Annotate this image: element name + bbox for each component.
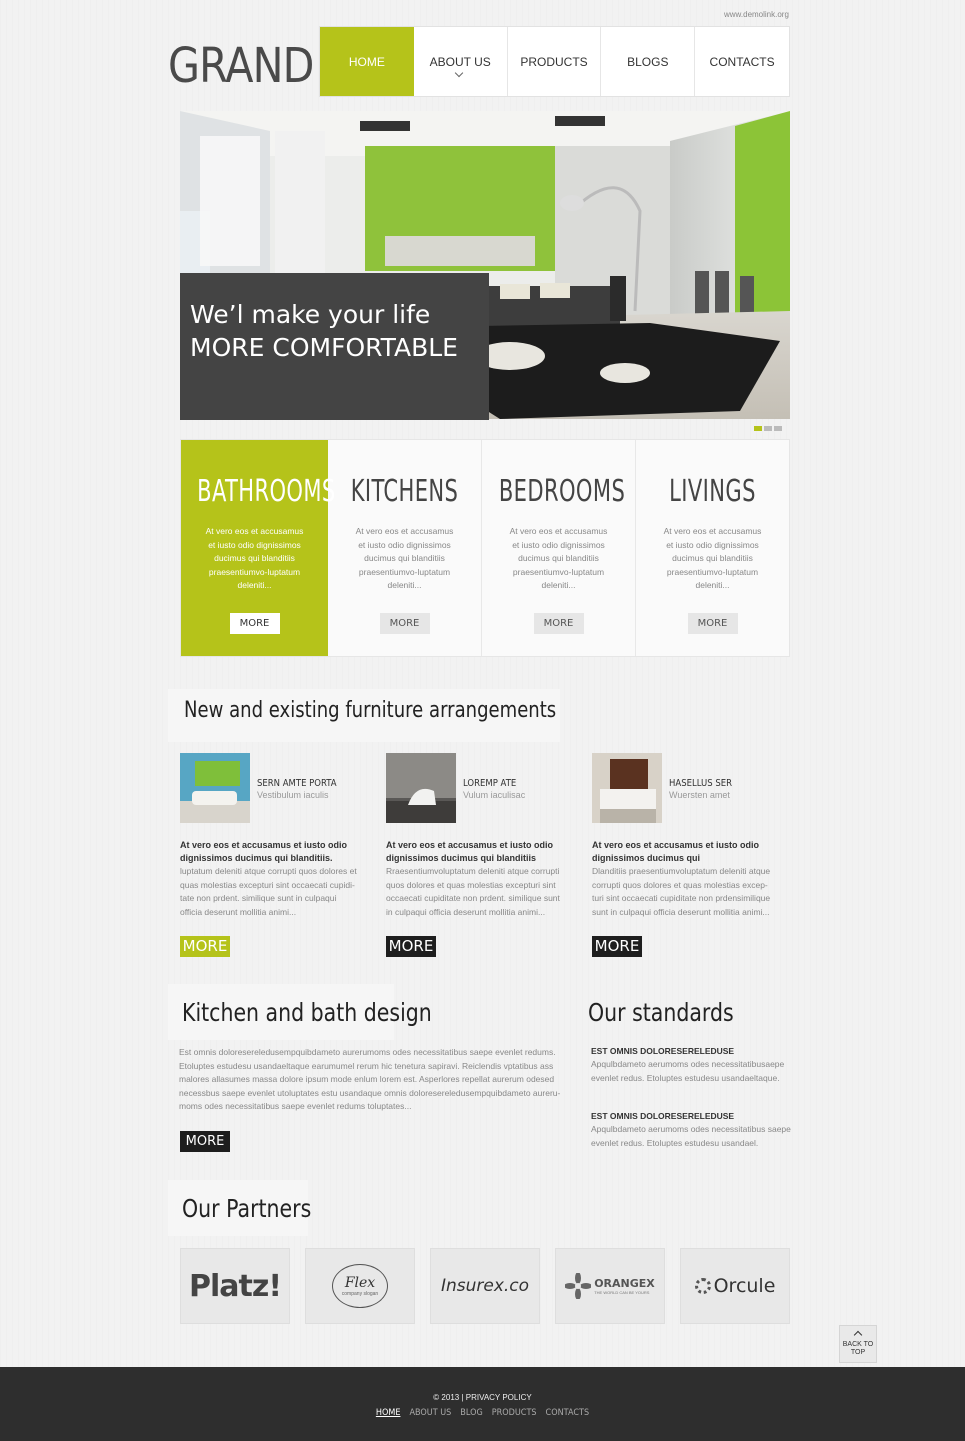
item-lead: At vero eos et accusamus et iusto odio d… [180,840,348,863]
arrangement-item: HASELLUS SER Wuersten amet At vero eos e… [592,753,772,919]
hero-caption: We’l make your life MORE COMFORTABLE [180,273,489,420]
nav-blogs[interactable]: BLOGS [601,27,696,96]
thumbnail-image[interactable] [386,753,456,823]
category-text: At vero eos et accusamus et iusto odio d… [663,526,762,590]
slider-dot[interactable] [774,426,782,431]
flex-logo-mark: Flex company slogan [332,1264,388,1308]
flower-icon [565,1273,592,1299]
more-button[interactable]: MORE [379,613,430,634]
category-kitchens[interactable]: KITCHENS At vero eos et accusamus et ius… [328,440,482,656]
category-title: KITCHENS [350,474,459,509]
demo-link[interactable]: www.demolink.org [724,10,789,19]
category-bedrooms[interactable]: BEDROOMS At vero eos et accusamus et ius… [482,440,636,656]
item-subtitle: Vestibulum iaculis [257,790,329,800]
partner-logo-flex[interactable]: Flex company slogan [305,1248,415,1324]
more-button[interactable]: MORE [533,613,584,634]
standard-text: Apqulbdameto aerumoms odes necessitatibu… [591,1059,785,1083]
footer-copyright[interactable]: © 2013 | PRIVACY POLICY [0,1393,965,1402]
category-livings[interactable]: LIVINGS At vero eos et accusamus et iust… [636,440,789,656]
arrangement-item: SERN AMTE PORTA Vestibulum iaculis At ve… [180,753,360,919]
arrangements-title: New and existing furniture arrangements [184,698,557,723]
back-to-top-label: BACK TO [842,1341,874,1348]
category-title: BEDROOMS [498,474,626,509]
nav-label: CONTACTS [709,54,775,69]
partner-logo-orangex[interactable]: ORANGEX THE WORLD CAN BE YOURS [555,1248,665,1324]
more-button[interactable]: MORE [180,936,230,957]
nav-products[interactable]: PRODUCTS [508,27,602,96]
hero-caption-line1: We’l make your life [190,300,431,329]
footer-link-contacts[interactable]: CONTACTS [546,1408,590,1418]
item-lead: At vero eos et accusamus et iusto odio d… [592,840,760,863]
kitchen-text: Est omnis doloresereledusempquibdameto a… [179,1047,561,1111]
site-logo[interactable]: GRAND [168,36,314,96]
standards-title: Our standards [588,998,734,1027]
nav-label: PRODUCTS [520,54,588,69]
category-title: BATHROOMS [197,474,336,509]
thumbnail-image[interactable] [592,753,662,823]
more-button[interactable]: MORE [386,936,436,957]
kitchen-title: Kitchen and bath design [182,998,432,1027]
orangex-wordmark: ORANGEX THE WORLD CAN BE YOURS [594,1277,655,1295]
partner-name: Flex [344,1275,376,1291]
partners-title: Our Partners [182,1194,312,1223]
footer-link-about-us[interactable]: ABOUT US [409,1408,451,1418]
standard-item: EST OMNIS DOLORESERELEDUSE Apqulbdameto … [591,1111,791,1150]
nav-label: BLOGS [627,54,669,69]
footer-link-blog[interactable]: BLOG [460,1408,482,1418]
nav-label: ABOUT US [429,54,491,69]
item-subtitle: Wuersten amet [669,790,730,800]
partner-slogan: company slogan [341,1291,379,1297]
item-text: Rraesentiumvoluptatum deleniti atque cor… [386,866,560,917]
partner-logo-orcule[interactable]: Orcule [680,1248,790,1324]
item-subtitle: Vulum iaculisac [463,790,526,800]
category-title: LIVINGS [669,474,756,509]
arrangement-item: LOREMP ATE Vulum iaculisac At vero eos e… [386,753,566,919]
nav-label: HOME [348,54,385,69]
slider-pagination [754,426,782,431]
item-name: SERN AMTE PORTA [257,778,337,789]
partner-name: Platz! [189,1268,282,1304]
chevron-down-icon [454,68,464,78]
more-button[interactable]: MORE [592,936,642,957]
item-name: LOREMP ATE [463,778,517,789]
standard-text: Apqulbdameto aerumoms odes necessitatibu… [591,1124,791,1148]
main-nav: HOME ABOUT US PRODUCTS BLOGS CONTACTS [319,26,790,97]
partner-logo-platz[interactable]: Platz! [180,1248,290,1324]
partner-name: Insurex.co [440,1276,530,1296]
category-panels: BATHROOMS At vero eos et accusamus et iu… [180,439,790,657]
footer-link-home[interactable]: HOME [376,1408,401,1418]
item-text: luptatum deleniti atque corrupti quos do… [180,866,357,917]
orcule-ring-icon [694,1278,711,1294]
category-text: At vero eos et accusamus et iusto odio d… [509,526,608,590]
slider-dot[interactable] [754,426,762,431]
item-lead: At vero eos et accusamus et iusto odio d… [386,840,554,863]
thumbnail-image[interactable] [180,753,250,823]
category-text: At vero eos et accusamus et iusto odio d… [205,526,304,590]
more-button[interactable]: MORE [180,1131,230,1152]
hero-caption-line2: MORE COMFORTABLE [190,333,458,362]
item-name: HASELLUS SER [669,778,733,789]
slider-dot[interactable] [764,426,772,431]
back-to-top-label: TOP [850,1349,866,1356]
nav-home[interactable]: HOME [320,27,414,96]
item-text: Dlanditiis praesentiumvoluptatum delenit… [592,866,771,917]
partner-name: Orcule [713,1275,776,1297]
more-button[interactable]: MORE [687,613,738,634]
category-bathrooms[interactable]: BATHROOMS At vero eos et accusamus et iu… [181,440,336,656]
back-to-top-button[interactable]: BACK TO TOP [839,1325,877,1363]
standard-item: EST OMNIS DOLORESERELEDUSE Apqulbdameto … [591,1046,791,1085]
standard-heading: EST OMNIS DOLORESERELEDUSE [591,1046,735,1056]
footer-link-products[interactable]: PRODUCTS [492,1408,537,1418]
more-button[interactable]: MORE [229,613,280,634]
nav-about-us[interactable]: ABOUT US [414,27,508,96]
footer: © 2013 | PRIVACY POLICY HOME ABOUT US BL… [0,1367,965,1441]
partner-name: ORANGEX [594,1277,655,1290]
category-text: At vero eos et accusamus et iusto odio d… [355,526,454,590]
partner-slogan: THE WORLD CAN BE YOURS [594,1290,650,1295]
standard-heading: EST OMNIS DOLORESERELEDUSE [591,1111,735,1121]
nav-contacts[interactable]: CONTACTS [695,27,789,96]
chevron-up-icon [853,1330,863,1340]
footer-nav: HOME ABOUT US BLOG PRODUCTS CONTACTS [48,1408,917,1418]
partner-logo-insurex[interactable]: Insurex.co [430,1248,540,1324]
